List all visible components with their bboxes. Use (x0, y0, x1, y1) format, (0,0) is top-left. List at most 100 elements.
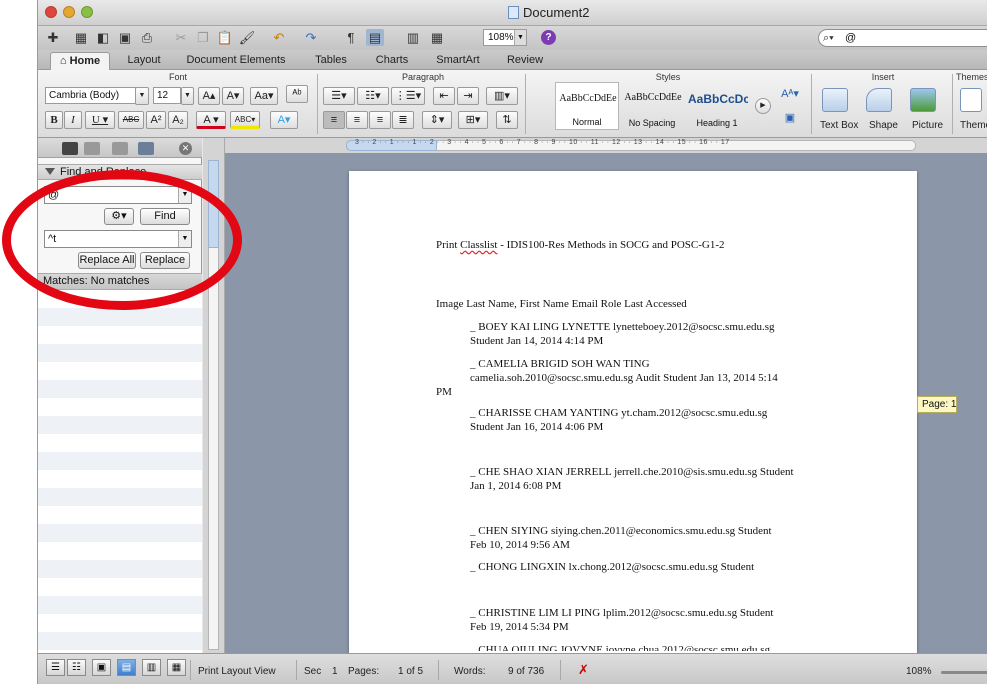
increase-indent-icon[interactable]: ⇥ (457, 87, 479, 105)
zoom-window-button[interactable] (81, 6, 93, 18)
picture-icon[interactable] (910, 88, 936, 112)
change-case-icon[interactable]: Aa▾ (250, 87, 278, 105)
borders-icon[interactable]: ⊞▾ (458, 111, 488, 129)
italic-button[interactable]: I (64, 111, 82, 129)
align-center-icon[interactable]: ≡ (346, 111, 368, 129)
zoom-slider[interactable] (941, 671, 987, 674)
replace-button[interactable]: Replace (140, 252, 190, 269)
numbering-icon[interactable]: ☷▾ (357, 87, 389, 105)
subscript-button[interactable]: A₂ (168, 111, 188, 129)
find-replace-header[interactable]: Find and Replace (38, 164, 202, 180)
justify-icon[interactable]: ≣ (392, 111, 414, 129)
superscript-button[interactable]: A² (146, 111, 166, 129)
document-page[interactable]: Print Classlist - IDIS100-Res Methods in… (349, 171, 917, 661)
full-screen-view-icon[interactable]: ▦ (167, 659, 186, 676)
replace-field[interactable]: ^t ▼ (44, 230, 192, 248)
chevron-down-icon[interactable]: ▼ (181, 87, 194, 105)
style-normal[interactable]: AaBbCcDdEe Normal (555, 82, 619, 130)
print-layout-view-icon[interactable]: ▤ (117, 659, 136, 676)
minimize-window-button[interactable] (63, 6, 75, 18)
template-gallery-icon[interactable]: ▦ (72, 29, 90, 46)
doc-line[interactable]: Feb 10, 2014 9:56 AM (470, 539, 570, 551)
manage-styles-icon[interactable]: ▣ (780, 110, 800, 128)
doc-line[interactable]: _ CHE SHAO XIAN JERRELL jerrell.che.2010… (470, 466, 794, 478)
shape-icon[interactable] (866, 88, 892, 112)
tab-smartart[interactable]: SmartArt (424, 52, 492, 70)
font-name-select[interactable]: Cambria (Body) (45, 87, 148, 104)
close-icon[interactable]: ✕ (179, 142, 192, 155)
doc-line[interactable]: PM (436, 386, 452, 398)
align-right-icon[interactable]: ≡ (369, 111, 391, 129)
text-styles-icon[interactable]: Aᴬ▾ (778, 86, 802, 104)
style-no-spacing[interactable]: AaBbCcDdEe No Spacing (621, 82, 685, 130)
font-color-button[interactable]: A ▾ (196, 111, 226, 129)
tab-charts[interactable]: Charts (366, 52, 418, 70)
zoom-select[interactable]: 108% ▼ (483, 29, 527, 46)
vertical-ruler[interactable] (203, 138, 225, 653)
doc-line[interactable]: Feb 19, 2014 5:34 PM (470, 621, 569, 633)
tab-tables[interactable]: Tables (304, 52, 358, 70)
grow-font-icon[interactable]: A▴ (198, 87, 220, 105)
cut-icon[interactable]: ✂ (172, 29, 190, 46)
save-icon[interactable]: ▣ (116, 29, 134, 46)
doc-line[interactable]: Student Jan 14, 2014 4:14 PM (470, 335, 603, 347)
chevron-down-icon[interactable]: ▼ (178, 187, 191, 203)
horizontal-ruler[interactable]: 3 · · 2 · · 1 · · · 1 · · 2 · · 3 · · 4 … (225, 138, 987, 153)
gear-icon[interactable]: ⚙▾ (104, 208, 134, 225)
new-document-icon[interactable]: ✚ (44, 29, 62, 46)
find-button[interactable]: Find (140, 208, 190, 225)
find-field[interactable]: @ ▼ (44, 186, 192, 204)
format-painter-icon[interactable]: 🖌 (238, 29, 256, 46)
columns-icon[interactable]: ▥▾ (486, 87, 518, 105)
doc-line[interactable]: _ CHEN SIYING siying.chen.2011@economics… (470, 525, 772, 537)
open-icon[interactable]: ◧ (94, 29, 112, 46)
align-left-icon[interactable]: ≡ (323, 111, 345, 129)
strikethrough-button[interactable]: ABC (118, 111, 144, 129)
print-icon[interactable]: ⎙ (138, 29, 156, 46)
chevron-down-icon[interactable]: ▼ (135, 87, 149, 105)
document-map-icon[interactable] (62, 142, 78, 155)
doc-line[interactable]: camelia.soh.2010@socsc.smu.edu.sg Audit … (470, 372, 778, 384)
spelling-status-icon[interactable]: ✗ (578, 662, 589, 678)
doc-line[interactable]: _ CHONG LINGXIN lx.chong.2012@socsc.smu.… (470, 561, 754, 573)
bold-button[interactable]: B (45, 111, 63, 129)
document-title[interactable]: Print Classlist - IDIS100-Res Methods in… (436, 239, 724, 251)
doc-line[interactable]: Jan 1, 2014 6:08 PM (470, 480, 561, 492)
multilevel-list-icon[interactable]: ⋮☰▾ (391, 87, 425, 105)
notebook-view-icon[interactable]: ▥ (142, 659, 161, 676)
doc-line[interactable]: _ CHARISSE CHAM YANTING yt.cham.2012@soc… (470, 407, 767, 419)
undo-icon[interactable]: ↶ (270, 29, 288, 46)
tab-layout[interactable]: Layout (118, 52, 170, 70)
search-input[interactable]: ⌕▾ @ (818, 29, 987, 47)
tab-document-elements[interactable]: Document Elements (178, 52, 294, 70)
clear-formatting-icon[interactable]: ᴬᵇ (286, 85, 308, 103)
outline-view-icon[interactable]: ☷ (67, 659, 86, 676)
sidebar-toggle-icon[interactable]: ▤ (366, 29, 384, 46)
results-list[interactable] (38, 290, 202, 653)
doc-line[interactable]: Student Jan 16, 2014 4:06 PM (470, 421, 603, 433)
pilcrow-icon[interactable]: ¶ (342, 29, 360, 46)
close-window-button[interactable] (45, 6, 57, 18)
bullets-icon[interactable]: ☰▾ (323, 87, 355, 105)
text-box-icon[interactable] (822, 88, 848, 112)
column-header-row[interactable]: Image Last Name, First Name Email Role L… (436, 298, 687, 310)
toolbox-icon[interactable]: ▥ (404, 29, 422, 46)
redo-icon[interactable]: ↷ (302, 29, 320, 46)
copy-icon[interactable]: ❐ (194, 29, 212, 46)
underline-button[interactable]: U ▾ (85, 111, 115, 129)
shrink-font-icon[interactable]: A▾ (222, 87, 244, 105)
sort-icon[interactable]: ⇅ (496, 111, 518, 129)
text-effects-icon[interactable]: A▾ (270, 111, 298, 129)
doc-line[interactable]: _ CAMELIA BRIGID SOH WAN TING (470, 358, 650, 370)
draft-view-icon[interactable]: ☰ (46, 659, 65, 676)
doc-line[interactable]: _ BOEY KAI LING LYNETTE lynetteboey.2012… (470, 321, 775, 333)
document-canvas[interactable]: Print Classlist - IDIS100-Res Methods in… (225, 153, 987, 661)
themes-icon[interactable] (960, 88, 982, 112)
publishing-view-icon[interactable]: ▣ (92, 659, 111, 676)
doc-line[interactable]: _ CHRISTINE LIM LI PING lplim.2012@socsc… (470, 607, 773, 619)
replace-all-button[interactable]: Replace All (78, 252, 136, 269)
tab-review[interactable]: Review (498, 52, 552, 70)
chevron-down-icon[interactable]: ▼ (178, 231, 191, 247)
highlight-button[interactable]: ABC▾ (230, 111, 260, 129)
spelling-flagged-word[interactable]: Classlist (460, 239, 497, 251)
